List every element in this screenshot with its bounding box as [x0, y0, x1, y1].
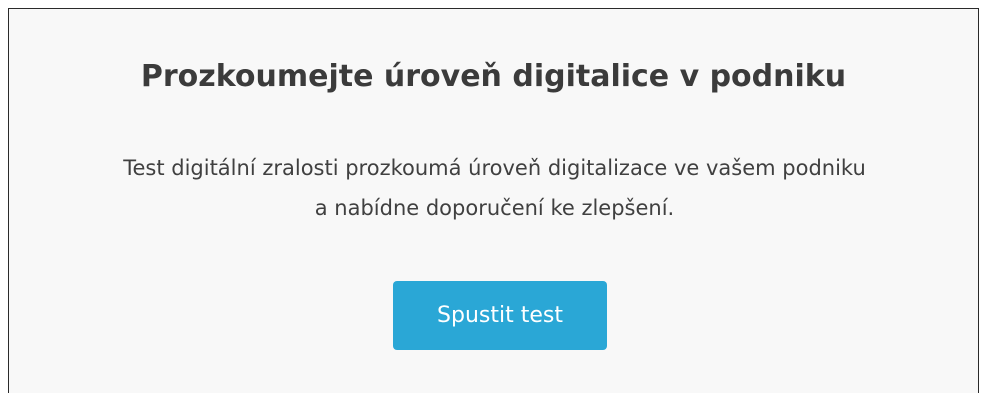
- card-description: Test digitální zralosti prozkoumá úroveň…: [29, 148, 960, 228]
- start-test-button[interactable]: Spustit test: [393, 281, 607, 350]
- description-line-2: a nabídne doporučení ke zlepšení.: [314, 196, 675, 220]
- digital-maturity-card: Prozkoumejte úroveň digitalice v podniku…: [8, 8, 979, 393]
- card-title: Prozkoumejte úroveň digitalice v podniku: [140, 59, 847, 94]
- description-line-1: Test digitální zralosti prozkoumá úroveň…: [123, 156, 866, 180]
